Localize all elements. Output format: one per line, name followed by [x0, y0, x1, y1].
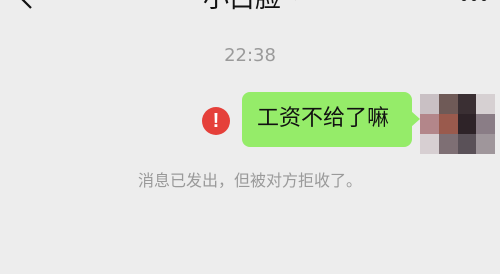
message-text: 工资不给了嘛: [257, 106, 390, 131]
message-timestamp: 22:38: [224, 45, 276, 66]
avatar[interactable]: [420, 94, 495, 154]
message-bubble[interactable]: 工资不给了嘛: [242, 92, 420, 147]
chat-header: 小白脸: [0, 0, 500, 14]
more-dots-icon[interactable]: [458, 0, 490, 5]
contact-name: 小白脸: [203, 0, 281, 14]
bell-muted-icon: [295, 0, 296, 1]
chat-title: 小白脸: [0, 0, 500, 14]
outgoing-message-row: ! 工资不给了嘛: [0, 92, 500, 154]
exclamation-icon[interactable]: !: [202, 107, 230, 135]
system-notice: 消息已发出，但被对方拒收了。: [137, 171, 362, 190]
